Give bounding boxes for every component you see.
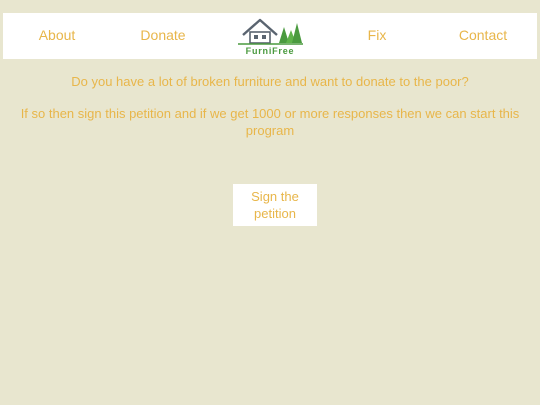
sign-petition-label: Sign the petition [251,189,299,221]
logo-wordmark: FurniFree [245,46,295,56]
intro-question: Do you have a lot of broken furniture an… [71,74,469,89]
nav-link-about[interactable]: About [21,13,93,59]
nav-link-fix[interactable]: Fix [341,13,413,59]
sign-petition-button[interactable]: Sign the petition [233,184,317,226]
navbar: About Donate FurniFree Fix Contact [3,13,537,59]
furnifree-logo[interactable]: FurniFree [233,15,307,59]
intro-description: If so then sign this petition and if we … [20,106,520,138]
nav-link-donate[interactable]: Donate [127,13,199,59]
house-tree-logo-icon [238,18,303,45]
nav-link-contact[interactable]: Contact [447,13,519,59]
